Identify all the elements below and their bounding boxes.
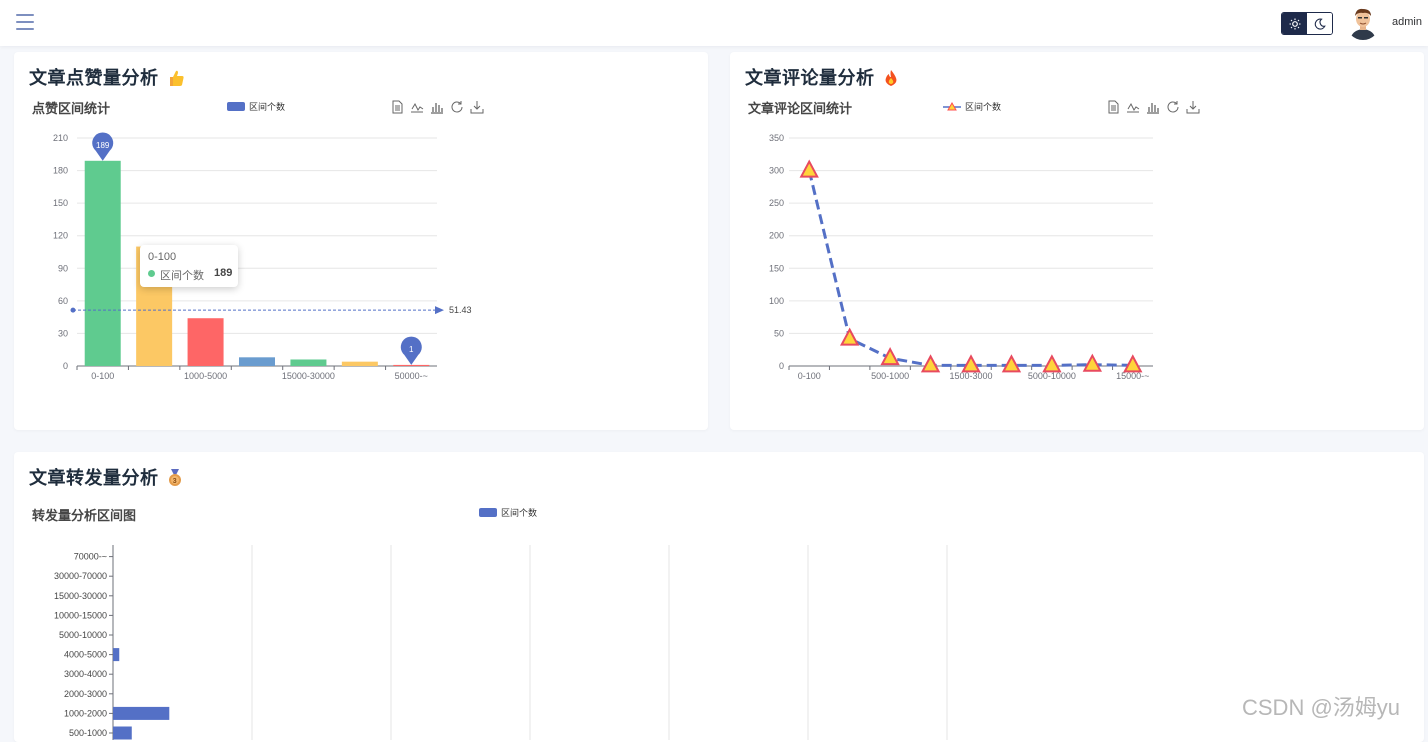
data-point <box>799 159 819 178</box>
y-tick-label: 120 <box>53 231 68 241</box>
y-tick-label: 250 <box>769 198 784 208</box>
chart-toolbox <box>390 100 484 114</box>
x-tick-label: 1000-5000 <box>184 371 227 381</box>
card-title-text: 文章点赞量分析 <box>29 68 159 88</box>
forwards-analysis-card: 文章转发量分析 3 转发量分析区间图 区间个数 500-1000 1000-2000… <box>14 452 1424 742</box>
chart-title: 点赞区间统计 <box>32 101 111 116</box>
theme-toggle[interactable] <box>1281 12 1333 35</box>
legend-swatch <box>227 102 245 111</box>
likes-analysis-card: 文章点赞量分析 点赞区间统计 区间个数 0 30 60 90 120 150 180 210 0… <box>14 52 708 430</box>
comments-analysis-card: 文章评论量分析 文章评论区间统计 区间个数 0 50 100 150 200 250 300… <box>730 52 1424 430</box>
likes-bar-chart: 0 30 60 90 120 150 180 210 0-100 1000-5000 15000-3… <box>53 132 472 381</box>
y-tick-label: 150 <box>769 263 784 273</box>
bar-chart-icon[interactable] <box>430 100 444 114</box>
y-tick-label: 3000-4000 <box>64 669 107 679</box>
thumbs-up-icon <box>167 69 185 92</box>
watermark: CSDN @汤姆yu <box>1242 695 1401 720</box>
hamburger-icon[interactable] <box>16 14 34 30</box>
y-tick-label: 90 <box>58 263 68 273</box>
top-navbar: admin <box>0 0 1428 46</box>
legend-label: 区间个数 <box>249 102 286 112</box>
y-tick-label: 60 <box>58 296 68 306</box>
username[interactable]: admin <box>1392 16 1422 28</box>
bar <box>393 364 430 366</box>
chart-tooltip: 0-100 区间个数 189 <box>140 245 238 287</box>
bar <box>113 648 120 662</box>
x-tick-label: 15000-~ <box>1116 371 1149 381</box>
moon-icon[interactable] <box>1307 13 1332 34</box>
bar <box>341 361 378 366</box>
mark-point-pin <box>400 336 422 365</box>
y-tick-label: 10000-15000 <box>54 610 107 620</box>
restore-icon[interactable] <box>450 100 464 114</box>
mark-line-arrow <box>435 306 444 315</box>
x-tick-label: 500-1000 <box>871 371 909 381</box>
y-tick-label: 300 <box>769 166 784 176</box>
data-view-icon[interactable] <box>390 100 404 114</box>
mark-point-label: 1 <box>409 345 414 354</box>
bar <box>84 160 121 366</box>
data-point <box>1042 354 1062 373</box>
y-tick-label: 15000-30000 <box>54 591 107 601</box>
y-tick-label: 30 <box>58 328 68 338</box>
chart-legend[interactable]: 区间个数 <box>227 100 285 113</box>
bar <box>290 359 327 366</box>
mark-point-pin <box>92 132 114 161</box>
x-tick-label: 5000-10000 <box>1028 371 1076 381</box>
avatar[interactable] <box>1346 6 1380 40</box>
y-tick-label: 1000-2000 <box>64 708 107 718</box>
data-point <box>1082 353 1102 372</box>
x-tick-label: 0-100 <box>91 371 114 381</box>
x-tick-label: 15000-30000 <box>282 371 335 381</box>
y-tick-label: 200 <box>769 231 784 241</box>
y-tick-label: 180 <box>53 166 68 176</box>
line-chart-icon[interactable] <box>410 100 424 114</box>
bar <box>187 318 224 366</box>
y-tick-label: 100 <box>769 296 784 306</box>
mark-line-label: 51.43 <box>449 305 472 315</box>
x-tick-label: 50000-~ <box>395 371 428 381</box>
bar <box>239 357 275 366</box>
mark-line-start <box>70 307 76 313</box>
y-tick-label: 0 <box>779 361 784 371</box>
y-tick-label: 30000-70000 <box>54 571 107 581</box>
y-tick-label: 0 <box>63 361 68 371</box>
x-tick-label: 0-100 <box>798 371 821 381</box>
y-tick-label: 70000-~ <box>74 552 107 562</box>
y-tick-label: 150 <box>53 198 68 208</box>
y-tick-label: 50 <box>774 328 784 338</box>
bar <box>113 706 170 720</box>
tooltip-dot <box>148 270 155 277</box>
y-tick-label: 350 <box>769 133 784 143</box>
mark-point-label: 189 <box>96 141 110 150</box>
card-title: 文章点赞量分析 <box>29 64 185 92</box>
x-tick-label: 1500-3000 <box>949 371 992 381</box>
forwards-hbar-chart: 500-10001000-20002000-30003000-40004000-… <box>54 545 948 740</box>
comments-line-chart: 0 50 100 150 200 250 300 350 0-100 500-1000 1500-3… <box>769 133 1153 381</box>
y-tick-label: 5000-10000 <box>59 630 107 640</box>
data-point <box>840 327 860 346</box>
bar <box>113 726 132 740</box>
y-tick-label: 2000-3000 <box>64 689 107 699</box>
tooltip-value: 189 <box>214 267 233 279</box>
download-icon[interactable] <box>470 100 484 114</box>
y-tick-label: 210 <box>53 133 68 143</box>
sun-icon[interactable] <box>1282 13 1307 34</box>
tooltip-series: 区间个数 <box>160 270 204 282</box>
y-tick-label: 4000-5000 <box>64 650 107 660</box>
tooltip-category: 0-100 <box>148 251 177 263</box>
